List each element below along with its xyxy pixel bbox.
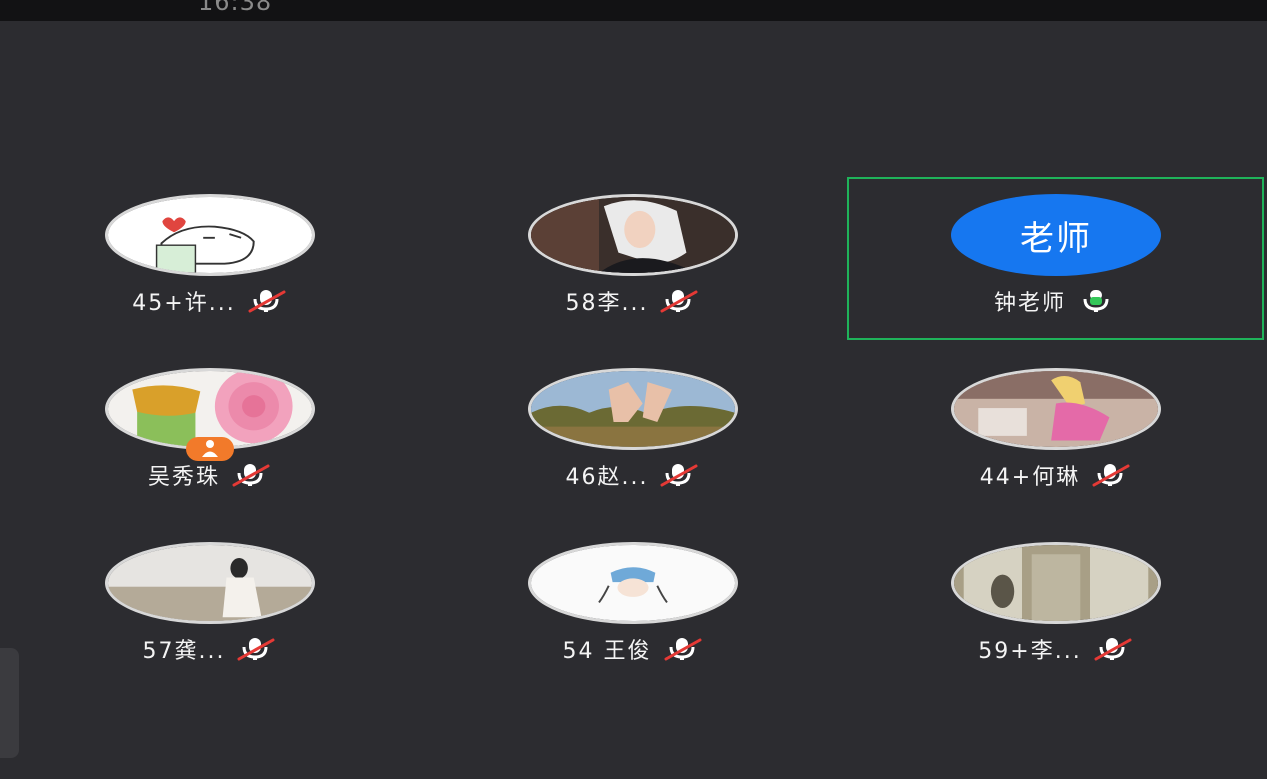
active-speaker-frame	[847, 177, 1264, 340]
microphone-muted-icon[interactable]	[246, 289, 288, 313]
participant-name: 45+许...	[132, 291, 236, 316]
participant-name: 58李...	[565, 291, 649, 316]
participant-name: 54 王俊	[562, 639, 652, 664]
microphone-muted-icon[interactable]	[235, 637, 277, 661]
participant-name: 46赵...	[565, 465, 649, 490]
participant-tile[interactable]: 44+何琳	[926, 352, 1186, 502]
avatar	[528, 194, 738, 276]
microphone-muted-icon[interactable]	[1092, 637, 1134, 661]
participant-label: 58李...	[503, 286, 763, 316]
participant-label: 吴秀珠	[80, 460, 340, 490]
avatar	[528, 542, 738, 624]
participant-name: 57龚...	[142, 639, 226, 664]
participant-label: 54 王俊	[503, 634, 763, 664]
participant-tile[interactable]: 57龚...	[80, 526, 340, 676]
participant-label: 44+何琳	[926, 460, 1186, 490]
microphone-muted-icon[interactable]	[662, 637, 704, 661]
microphone-muted-icon[interactable]	[658, 463, 700, 487]
participant-tile[interactable]: 45+许...	[80, 178, 340, 328]
participant-tile[interactable]: 54 王俊	[503, 526, 763, 676]
participant-tile[interactable]: 吴秀珠	[80, 352, 340, 502]
participant-label: 59+李...	[926, 634, 1186, 664]
participant-tile[interactable]: 58李...	[503, 178, 763, 328]
microphone-muted-icon[interactable]	[230, 463, 272, 487]
participant-name: 59+李...	[978, 639, 1082, 664]
avatar	[951, 368, 1161, 450]
participant-label: 46赵...	[503, 460, 763, 490]
participant-label: 57龚...	[80, 634, 340, 664]
avatar	[105, 194, 315, 276]
participant-grid: 45+许... 58李... 老师 钟老师 吴秀珠 46赵... 44+何琳 5…	[0, 0, 1267, 779]
participant-name: 吴秀珠	[147, 465, 220, 490]
participant-tile[interactable]: 59+李...	[926, 526, 1186, 676]
person-badge-icon	[202, 440, 218, 457]
avatar	[105, 542, 315, 624]
host-badge	[186, 437, 234, 461]
participant-label: 45+许...	[80, 286, 340, 316]
participant-tile[interactable]: 46赵...	[503, 352, 763, 502]
microphone-muted-icon[interactable]	[1090, 463, 1132, 487]
avatar	[528, 368, 738, 450]
participant-name: 44+何琳	[979, 465, 1081, 490]
avatar	[951, 542, 1161, 624]
side-drawer-handle[interactable]	[0, 648, 19, 758]
microphone-muted-icon[interactable]	[658, 289, 700, 313]
